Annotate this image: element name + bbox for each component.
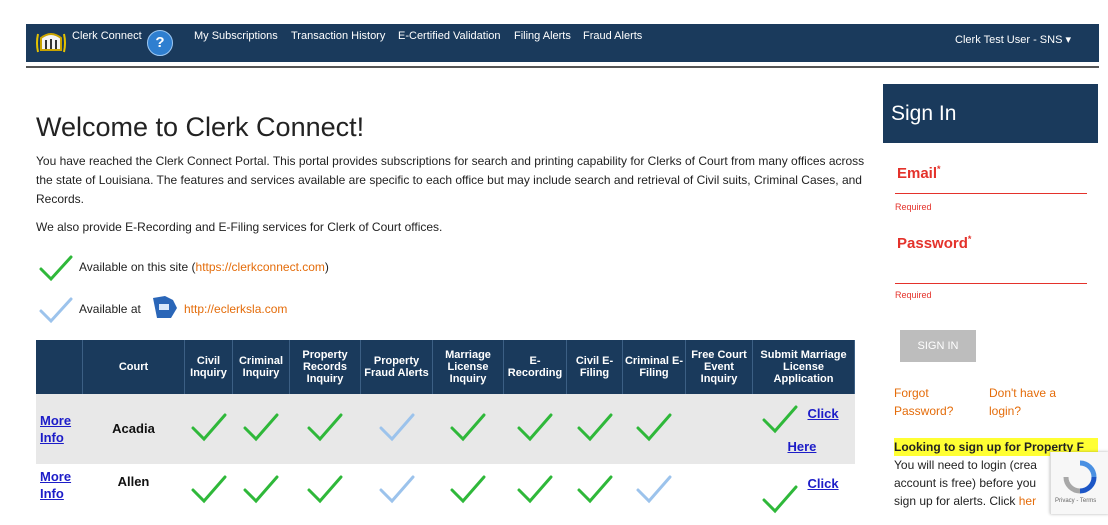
table-row: More Info Acadia Click Here <box>36 394 855 464</box>
password-label-text: Password <box>897 235 968 252</box>
forgot-line-2: Password? <box>894 404 954 418</box>
email-required: Required <box>895 202 932 212</box>
more-info-link[interactable]: More Info <box>40 412 76 446</box>
courts-table: Court Civil Inquiry Criminal Inquiry Pro… <box>36 340 855 514</box>
signup-line-1: Don't have a <box>989 386 1057 400</box>
header-submit-marriage-license-application: Submit Marriage License Application <box>752 340 855 394</box>
sign-in-button[interactable]: SIGN IN <box>900 330 976 362</box>
email-field[interactable] <box>895 193 1087 194</box>
eclerks-logo-icon[interactable] <box>151 294 179 320</box>
header-property-fraud-alerts: Property Fraud Alerts <box>360 340 433 394</box>
header-civil-e-filing: Civil E-Filing <box>566 340 623 394</box>
table-header-row: Court Civil Inquiry Criminal Inquiry Pro… <box>36 340 855 394</box>
nav-e-certified-validation[interactable]: E-Certified Validation <box>398 30 501 42</box>
signup-link[interactable]: Don't have a login? <box>989 384 1056 420</box>
green-check-icon <box>517 413 553 441</box>
page-title: Welcome to Clerk Connect! <box>36 112 365 142</box>
blue-check-icon <box>379 413 414 441</box>
header-e-recording: E-Recording <box>503 340 567 394</box>
help-icon[interactable]: ? <box>147 30 173 56</box>
blue-check-icon <box>39 297 73 324</box>
green-check-icon <box>243 475 279 504</box>
signup-line-2: login? <box>989 404 1022 418</box>
green-check-icon <box>39 255 73 282</box>
eclerks-link[interactable]: http://eclerksla.com <box>184 302 287 316</box>
forgot-line-1: Forgot <box>894 386 929 400</box>
user-menu[interactable]: Clerk Test User - SNS ▾ <box>955 33 1071 46</box>
green-check-icon <box>243 413 279 441</box>
click-here-link[interactable]: Click <box>808 476 839 491</box>
promo-here-link[interactable]: her <box>1019 494 1036 508</box>
legend-site-suffix: ) <box>324 260 329 274</box>
green-check-icon <box>636 413 672 441</box>
nav-transaction-history[interactable]: Transaction History <box>291 30 385 42</box>
green-check-icon <box>191 413 226 441</box>
services-text: We also provide E-Recording and E-Filing… <box>36 220 443 234</box>
sign-in-title: Sign In <box>891 102 957 125</box>
forgot-password-link[interactable]: Forgot Password? <box>894 384 953 420</box>
table-row: More Info Allen Click <box>36 464 855 514</box>
sign-in-header: Sign In <box>883 84 1098 143</box>
nav-fraud-alerts[interactable]: Fraud Alerts <box>583 30 642 42</box>
green-check-icon <box>762 405 797 434</box>
required-mark: * <box>967 234 972 244</box>
email-label-text: Email <box>897 165 938 182</box>
green-check-icon <box>517 475 553 504</box>
recaptcha-icon <box>1063 460 1097 494</box>
required-mark: * <box>937 164 941 174</box>
intro-text: You have reached the Clerk Connect Porta… <box>36 154 865 206</box>
promo-line-3: sign up for alerts. Click <box>894 494 1016 508</box>
header-court: Court <box>82 340 185 394</box>
header-criminal-e-filing: Criminal E-Filing <box>622 340 686 394</box>
password-field[interactable] <box>895 283 1087 284</box>
legend-site-prefix: Available on this site ( <box>79 260 196 274</box>
more-info-link[interactable]: More Info <box>40 468 76 502</box>
legend-external-label: Available at <box>79 302 141 316</box>
page: Clerk Connect ? My Subscriptions Transac… <box>0 0 1108 525</box>
legend-site: Available on this site (https://clerkcon… <box>79 260 329 274</box>
nav-filing-alerts[interactable]: Filing Alerts <box>514 30 571 42</box>
recaptcha-widget[interactable]: Privacy - Terms <box>1050 452 1108 514</box>
header-property-records-inquiry: Property Records Inquiry <box>289 340 361 394</box>
green-check-icon <box>762 485 797 514</box>
top-navbar: Clerk Connect ? My Subscriptions Transac… <box>26 24 1099 62</box>
green-check-icon <box>307 413 343 441</box>
blue-check-icon <box>636 475 672 504</box>
green-check-icon <box>191 475 226 504</box>
recaptcha-footer: Privacy - Terms <box>1055 498 1097 504</box>
nav-divider <box>26 66 1099 68</box>
nav-my-subscriptions[interactable]: My Subscriptions <box>194 30 278 42</box>
green-check-icon <box>577 475 612 504</box>
court-name: Acadia <box>112 421 155 436</box>
email-label: Email* <box>897 164 941 182</box>
brand-link[interactable]: Clerk Connect <box>72 30 142 42</box>
green-check-icon <box>307 475 343 504</box>
password-required: Required <box>895 290 932 300</box>
clerkconnect-link[interactable]: https://clerkconnect.com <box>196 260 325 274</box>
blue-check-icon <box>379 475 414 504</box>
clerk-connect-logo-icon[interactable] <box>36 28 66 58</box>
header-free-court-event-inquiry: Free Court Event Inquiry <box>685 340 753 394</box>
password-label: Password* <box>897 234 971 252</box>
header-criminal-inquiry: Criminal Inquiry <box>232 340 290 394</box>
click-here-link-2[interactable]: Here <box>788 439 817 454</box>
green-check-icon <box>577 413 612 441</box>
header-civil-inquiry: Civil Inquiry <box>184 340 233 394</box>
header-marriage-license-inquiry: Marriage License Inquiry <box>432 340 504 394</box>
click-here-link[interactable]: Click <box>808 406 839 421</box>
court-name: Allen <box>117 474 150 489</box>
green-check-icon <box>450 475 486 504</box>
header-blank <box>36 340 83 394</box>
green-check-icon <box>450 413 486 441</box>
